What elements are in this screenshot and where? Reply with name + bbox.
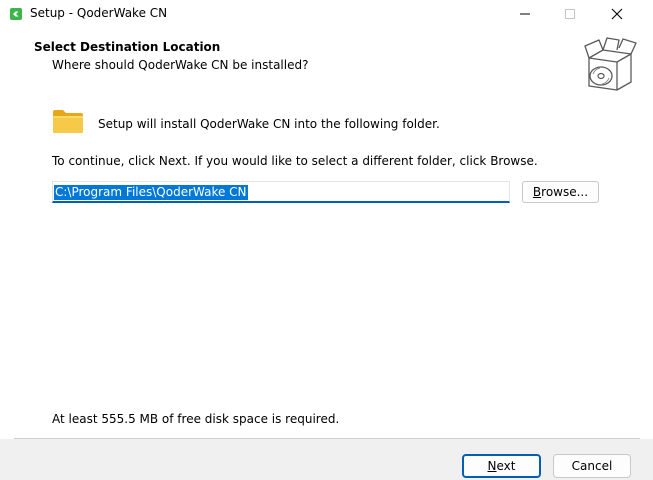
wizard-footer: Next Cancel bbox=[0, 439, 653, 480]
browse-accelerator: B bbox=[532, 185, 542, 199]
wizard-header: Select Destination Location Where should… bbox=[0, 28, 653, 96]
close-icon bbox=[611, 8, 623, 20]
close-button[interactable] bbox=[596, 0, 638, 28]
cancel-label: Cancel bbox=[571, 459, 613, 473]
minimize-button[interactable] bbox=[504, 0, 546, 28]
install-description: Setup will install QoderWake CN into the… bbox=[98, 117, 440, 131]
title-bar[interactable]: Setup - QoderWake CN bbox=[0, 0, 653, 28]
maximize-button[interactable] bbox=[549, 0, 591, 28]
cancel-button[interactable]: Cancel bbox=[553, 454, 631, 478]
browse-button[interactable]: Browse... bbox=[522, 181, 599, 203]
box-with-disc-icon bbox=[583, 36, 637, 92]
setup-window: Setup - QoderWake CN Select Destination … bbox=[0, 0, 653, 480]
destination-path-input[interactable]: C:\Program Files\QoderWake CN bbox=[52, 181, 510, 203]
window-title: Setup - QoderWake CN bbox=[30, 6, 168, 20]
next-button[interactable]: Next bbox=[462, 454, 541, 478]
disk-space-requirement: At least 555.5 MB of free disk space is … bbox=[52, 412, 340, 426]
setup-app-icon bbox=[9, 6, 23, 20]
page-subtitle: Where should QoderWake CN be installed? bbox=[52, 58, 309, 72]
maximize-icon bbox=[565, 9, 575, 19]
folder-icon bbox=[52, 108, 84, 134]
next-accelerator: N bbox=[487, 459, 497, 473]
page-title: Select Destination Location bbox=[34, 40, 221, 54]
destination-path-value: C:\Program Files\QoderWake CN bbox=[54, 185, 248, 200]
next-label: ext bbox=[496, 459, 516, 473]
browse-label: rowse... bbox=[541, 185, 589, 199]
continue-instructions: To continue, click Next. If you would li… bbox=[52, 154, 538, 168]
minimize-icon bbox=[520, 13, 530, 15]
